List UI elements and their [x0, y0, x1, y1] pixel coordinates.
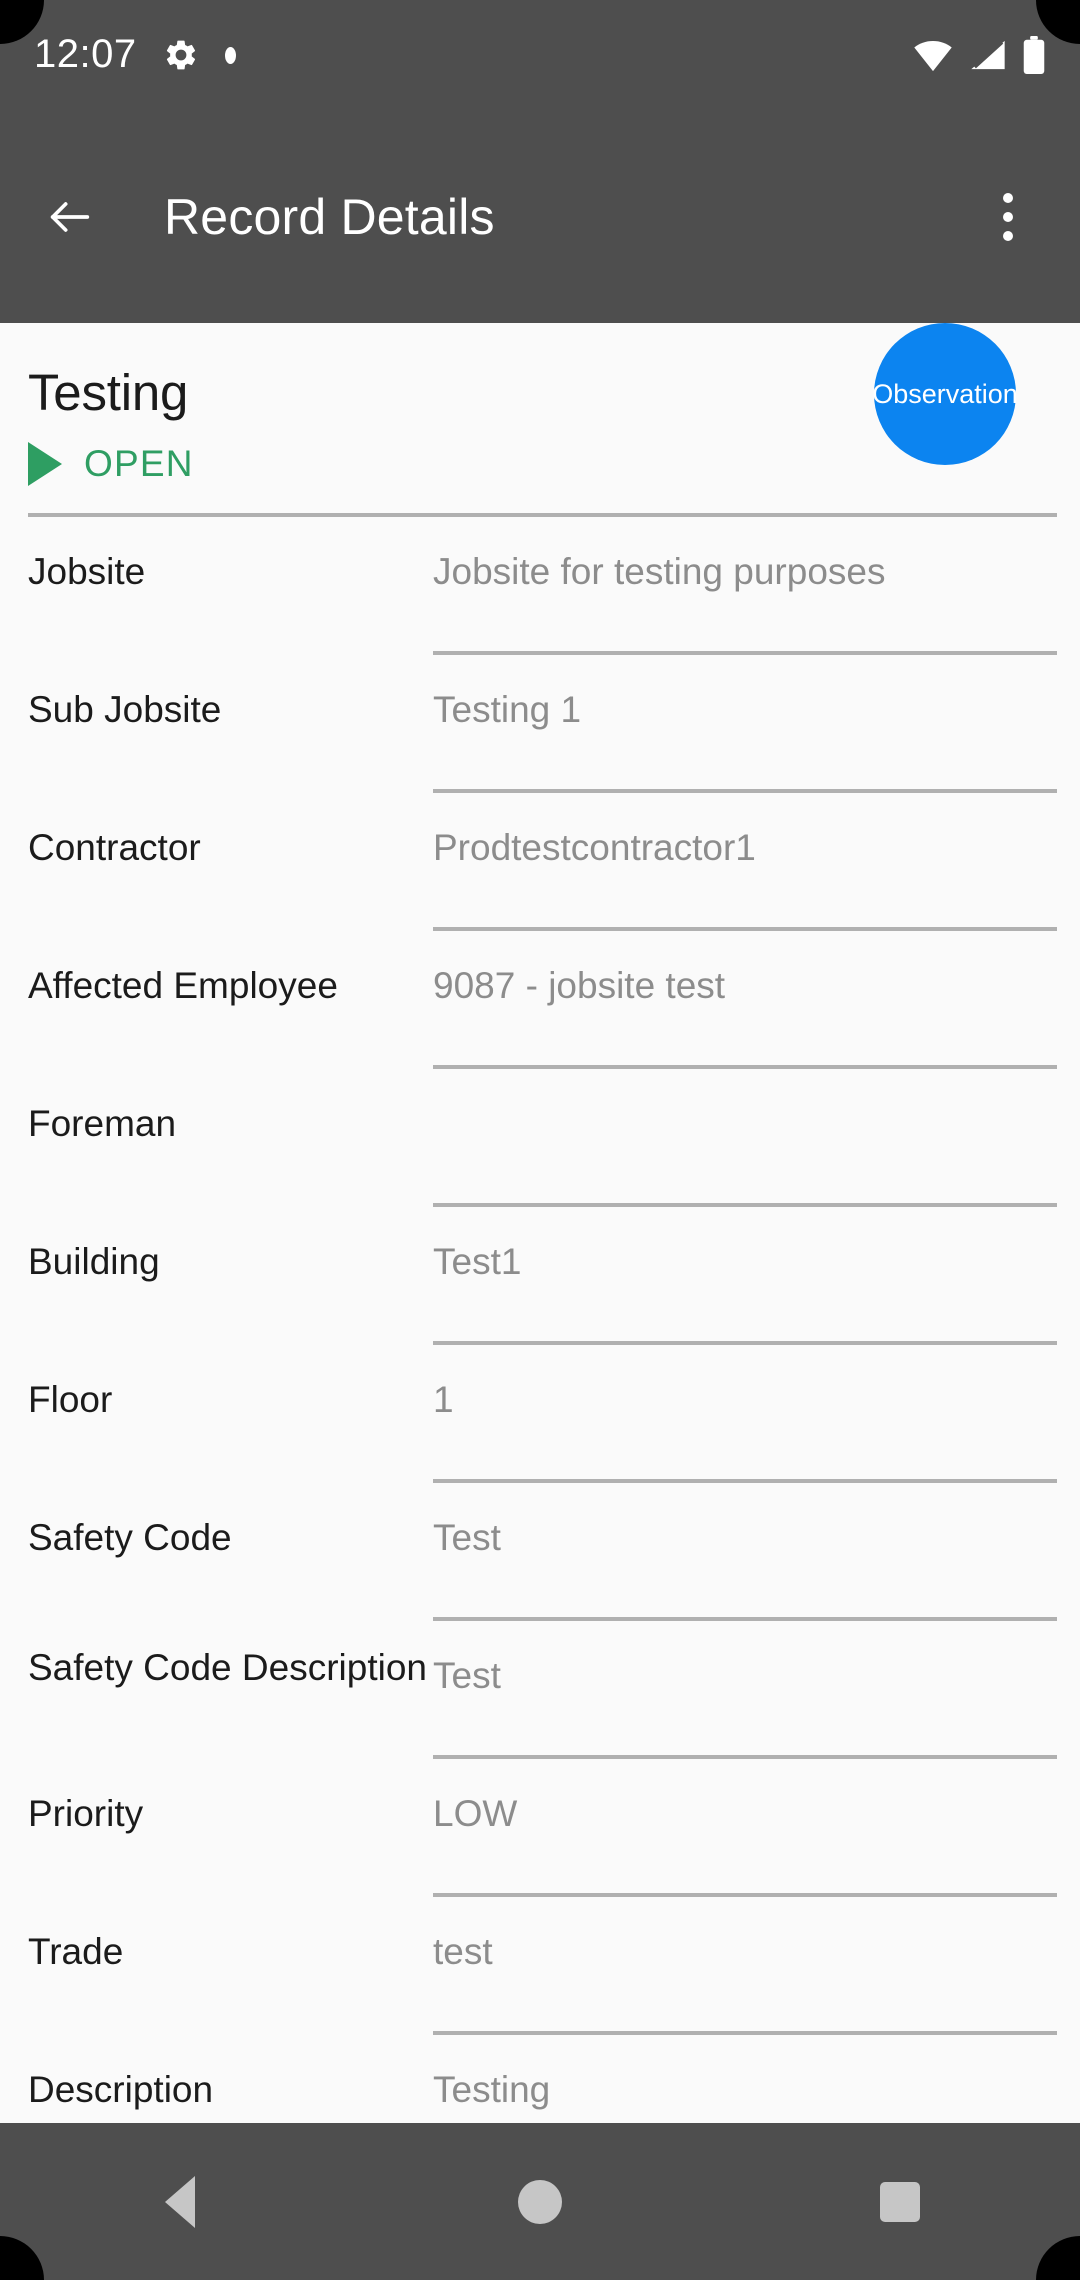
field-label: Building: [28, 1241, 160, 1282]
nav-recents-button[interactable]: [800, 2123, 1000, 2280]
field-value-wrap: [433, 1069, 1057, 1207]
field-value-wrap: 1: [433, 1345, 1057, 1483]
home-circle-icon: [518, 2179, 562, 2224]
field-value-wrap: Jobsite for testing purposes: [433, 517, 1057, 655]
status-badge: OPEN: [84, 443, 194, 484]
field-value-wrap: Prodtestcontractor1: [433, 793, 1057, 931]
field-row-trade[interactable]: Trade test: [0, 1897, 1080, 2035]
field-label: Floor: [28, 1379, 113, 1420]
field-value-wrap: 9087 - jobsite test: [433, 931, 1057, 1069]
field-label: Priority: [28, 1793, 144, 1834]
field-label: Affected Employee: [28, 965, 338, 1006]
status-bar: 12:07: [0, 0, 1080, 110]
fields-list: Jobsite Jobsite for testing purposes Sub…: [0, 517, 1080, 2123]
field-label: Sub Jobsite: [28, 689, 222, 730]
field-row-jobsite[interactable]: Jobsite Jobsite for testing purposes: [0, 517, 1080, 655]
field-value: Testing: [433, 2069, 551, 2110]
field-value-wrap: Test: [433, 1621, 1057, 1759]
field-value-wrap: Test: [433, 1483, 1057, 1621]
field-label: Contractor: [28, 827, 201, 868]
field-value-wrap: Test1: [433, 1207, 1057, 1345]
field-value: [433, 1069, 1057, 1101]
overflow-dot: [1003, 230, 1013, 241]
field-value-wrap: test: [433, 1897, 1057, 2035]
status-bar-left: 12:07: [34, 34, 236, 76]
page-title: Record Details: [164, 188, 495, 245]
field-row-affected-employee[interactable]: Affected Employee 9087 - jobsite test: [0, 931, 1080, 1069]
recents-square-icon: [880, 2181, 920, 2222]
phone-screen: 12:07 Record Details Testing OPEN Observ…: [0, 0, 1080, 2280]
field-value: Jobsite for testing purposes: [433, 551, 886, 592]
overflow-dot: [1003, 192, 1013, 203]
field-value: Prodtestcontractor1: [433, 827, 756, 868]
field-value: Test: [433, 1655, 501, 1696]
nav-home-button[interactable]: [440, 2123, 640, 2280]
field-row-description[interactable]: Description Testing: [0, 2035, 1080, 2123]
field-value: Testing 1: [433, 689, 582, 730]
system-navigation-bar: [0, 2123, 1080, 2280]
status-bar-right: [912, 36, 1046, 74]
gear-icon: [163, 37, 199, 73]
field-value: test: [433, 1931, 493, 1972]
field-row-priority[interactable]: Priority LOW: [0, 1759, 1080, 1897]
record-header: Testing OPEN Observation: [0, 323, 1080, 513]
back-button[interactable]: [28, 175, 112, 259]
field-value-wrap: Testing 1: [433, 655, 1057, 793]
cell-signal-icon: [968, 38, 1008, 72]
field-value-wrap: Testing: [433, 2035, 1057, 2123]
app-bar: Record Details: [0, 110, 1080, 323]
back-arrow-icon: [50, 201, 90, 232]
record-status: OPEN: [28, 442, 1052, 486]
field-label: Safety Code Description: [28, 1647, 427, 1688]
field-value-wrap: LOW: [433, 1759, 1057, 1897]
field-row-safety-code[interactable]: Safety Code Test: [0, 1483, 1080, 1621]
field-value: Test: [433, 1517, 501, 1558]
record-type-label: Observation: [872, 378, 1018, 409]
wifi-icon: [912, 38, 954, 72]
field-label: Safety Code: [28, 1517, 232, 1558]
overflow-menu-icon[interactable]: [970, 175, 1046, 259]
nav-back-button[interactable]: [80, 2123, 280, 2280]
battery-icon: [1022, 36, 1046, 74]
field-row-foreman[interactable]: Foreman: [0, 1069, 1080, 1207]
overflow-dot: [1003, 211, 1013, 222]
field-label: Trade: [28, 1931, 124, 1972]
record-type-badge[interactable]: Observation: [872, 323, 1018, 465]
field-label: Foreman: [28, 1103, 177, 1144]
status-bar-clock: 12:07: [34, 32, 137, 76]
field-value: 1: [433, 1379, 454, 1420]
status-triangle-icon: [28, 442, 62, 486]
record-details-scroll[interactable]: Testing OPEN Observation Jobsite Jobsite…: [0, 323, 1080, 2123]
field-value: 9087 - jobsite test: [433, 965, 726, 1006]
back-triangle-icon: [165, 2175, 195, 2228]
field-value: Test1: [433, 1241, 522, 1282]
field-row-building[interactable]: Building Test1: [0, 1207, 1080, 1345]
field-row-safety-code-description[interactable]: Safety Code Description Test: [0, 1621, 1080, 1759]
field-label: Jobsite: [28, 551, 146, 592]
field-row-sub-jobsite[interactable]: Sub Jobsite Testing 1: [0, 655, 1080, 793]
notification-dot-icon: [224, 46, 236, 64]
field-row-contractor[interactable]: Contractor Prodtestcontractor1: [0, 793, 1080, 931]
field-label: Description: [28, 2069, 214, 2110]
field-value: LOW: [433, 1793, 518, 1834]
field-row-floor[interactable]: Floor 1: [0, 1345, 1080, 1483]
